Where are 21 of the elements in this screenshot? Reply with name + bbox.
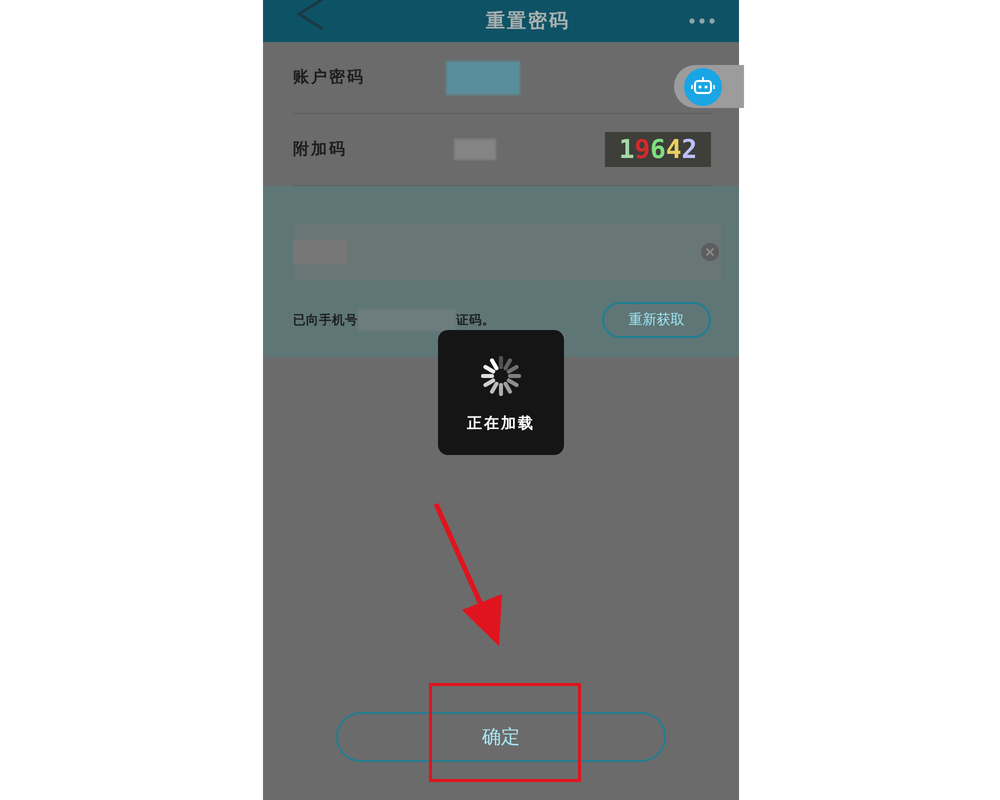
field-label: 账户密码: [293, 67, 366, 88]
captcha-digit: 4: [666, 134, 682, 164]
sent-message: 已向手机号: [293, 312, 358, 328]
sent-message: 证码。: [456, 312, 495, 328]
assistant-float-button[interactable]: [674, 65, 744, 108]
captcha-digit: 1: [618, 134, 635, 164]
captcha-digit: 9: [634, 134, 650, 164]
confirm-button[interactable]: 确定: [336, 712, 666, 762]
resend-button[interactable]: 重新获取: [602, 302, 711, 338]
clear-icon[interactable]: [701, 243, 719, 261]
robot-icon: [684, 68, 722, 106]
captcha-image[interactable]: 19642: [605, 132, 711, 167]
captcha-digit: 2: [681, 134, 698, 164]
field-label: 附加码: [293, 139, 348, 160]
blurred-value: [454, 139, 496, 160]
page-title: 重置密码: [486, 9, 570, 34]
more-icon[interactable]: [689, 18, 715, 24]
code-input-field[interactable]: [293, 224, 721, 280]
captcha-digit: 6: [650, 134, 666, 164]
loading-text: 正在加载: [467, 414, 535, 433]
blurred-value: [293, 240, 347, 264]
